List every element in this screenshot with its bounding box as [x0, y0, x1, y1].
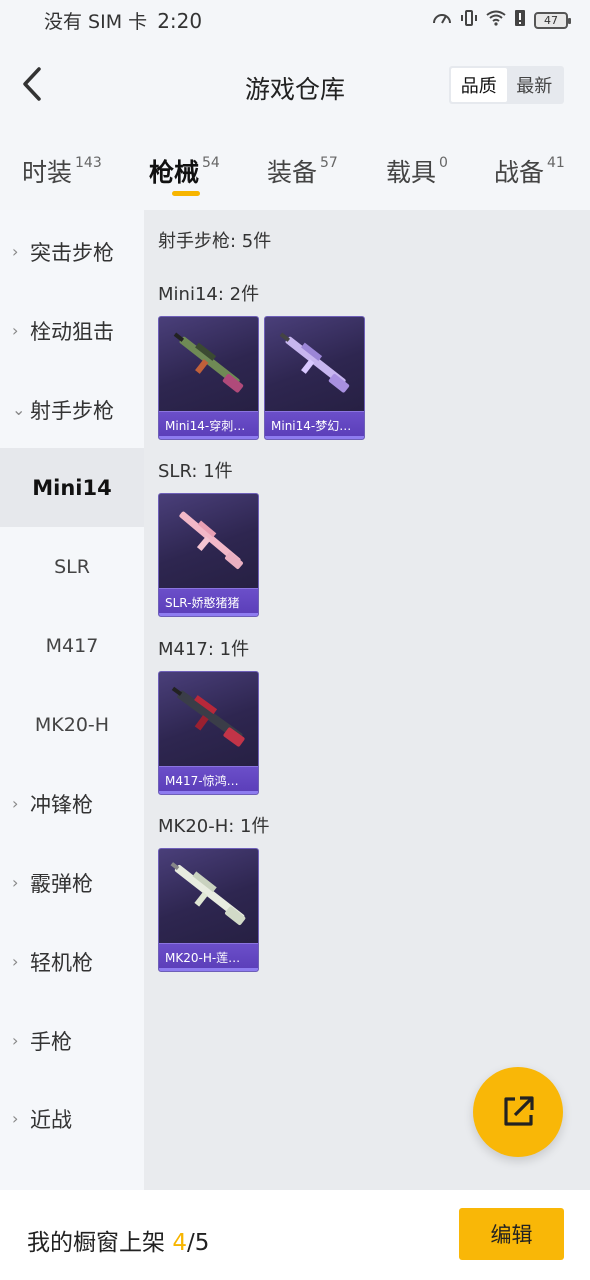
- chevron-right-icon: ›: [12, 1031, 19, 1050]
- chevron-right-icon: ›: [12, 952, 19, 971]
- header: 游戏仓库 品质 最新: [0, 40, 590, 135]
- item-name: MK20-H-莲…: [159, 943, 258, 971]
- sidebar-item-label: 栓动狙击: [30, 319, 114, 344]
- sidebar-item-label: 冲锋枪: [30, 792, 93, 817]
- category-tabs: 时装 143 枪械 54 装备 57 载具 0 战备 41: [0, 135, 590, 210]
- vibrate-icon: [460, 9, 478, 32]
- chevron-right-icon: ›: [12, 794, 19, 813]
- group-title: MK20-H: 1件: [158, 816, 270, 837]
- sidebar-item-pistol[interactable]: › 手枪: [0, 1001, 144, 1080]
- carrier-text: 没有 SIM 卡: [44, 10, 148, 33]
- chevron-right-icon: ›: [12, 242, 19, 261]
- group-title: M417: 1件: [158, 639, 250, 660]
- rifle-icon: [179, 511, 243, 570]
- tab-guns[interactable]: 枪械 54: [149, 153, 220, 189]
- sidebar-item-bolt-sniper[interactable]: › 栓动狙击: [0, 291, 144, 370]
- tab-vehicles[interactable]: 载具 0: [386, 153, 448, 189]
- tab-equipment[interactable]: 装备 57: [267, 153, 338, 189]
- rifle-icon: [279, 332, 350, 393]
- sidebar-item-label: 霰弹枪: [30, 871, 93, 896]
- item-name: Mini14-穿刺…: [159, 411, 258, 439]
- tab-label: 枪械: [149, 158, 200, 187]
- battery-icon: 47: [534, 11, 571, 29]
- chevron-right-icon: ›: [12, 1109, 19, 1128]
- share-fab-button[interactable]: [473, 1067, 563, 1157]
- alert-icon: [514, 9, 526, 32]
- sidebar-item-label: 射手步枪: [30, 398, 114, 423]
- item-list: 射手步枪: 5件 Mini14: 2件 Mini14-穿刺… Mini14-梦幻…: [144, 210, 590, 1190]
- item-name: SLR-娇憨猪猪: [159, 588, 258, 616]
- wifi-icon: [486, 10, 506, 31]
- sidebar-item-lmg[interactable]: › 轻机枪: [0, 922, 144, 1001]
- sidebar-item-marksman-rifle[interactable]: ⌄ 射手步枪: [0, 370, 144, 449]
- share-icon: [504, 1096, 534, 1126]
- sort-toggle: 品质 最新: [449, 66, 564, 104]
- sidebar-item-label: 突击步枪: [30, 240, 114, 265]
- status-icons: 47: [432, 9, 571, 32]
- group-title: SLR: 1件: [158, 461, 233, 482]
- tab-label: 装备: [267, 158, 318, 187]
- tab-label: 载具: [386, 158, 437, 187]
- tab-count: 41: [547, 155, 565, 171]
- item-card[interactable]: M417-惊鸿…: [158, 671, 259, 795]
- tab-label: 时装: [22, 158, 73, 187]
- sidebar-subitem-mk20h[interactable]: MK20-H: [0, 685, 144, 764]
- sidebar-item-shotgun[interactable]: › 霰弹枪: [0, 843, 144, 922]
- sidebar-item-smg[interactable]: › 冲锋枪: [0, 764, 144, 843]
- sidebar-item-label: 手枪: [30, 1029, 72, 1054]
- tab-count: 0: [439, 155, 448, 171]
- item-name: Mini14-梦幻…: [265, 411, 364, 439]
- edit-button[interactable]: 编辑: [459, 1208, 564, 1260]
- shelf-total-count: /5: [186, 1230, 210, 1256]
- category-title: 射手步枪: 5件: [158, 231, 272, 252]
- sidebar-item-assault-rifle[interactable]: › 突击步枪: [0, 212, 144, 291]
- speed-icon: [432, 9, 452, 32]
- tab-count: 143: [75, 155, 102, 171]
- shelf-current-count: 4: [172, 1230, 187, 1256]
- item-card[interactable]: MK20-H-莲…: [158, 848, 259, 972]
- status-bar: 没有 SIM 卡 2:20 47: [0, 0, 590, 40]
- sidebar-subitem-mini14[interactable]: Mini14: [0, 448, 144, 527]
- sidebar-subitem-slr[interactable]: SLR: [0, 527, 144, 606]
- tab-supplies[interactable]: 战备 41: [494, 153, 565, 189]
- group-title: Mini14: 2件: [158, 284, 260, 305]
- sort-by-quality[interactable]: 品质: [451, 68, 507, 102]
- item-card[interactable]: Mini14-穿刺…: [158, 316, 259, 440]
- sidebar-item-label: 轻机枪: [30, 950, 93, 975]
- active-tab-indicator: [172, 191, 200, 196]
- chevron-right-icon: ›: [12, 873, 19, 892]
- shelf-status: 我的橱窗上架 4/5: [27, 1223, 209, 1257]
- item-card[interactable]: Mini14-梦幻…: [264, 316, 365, 440]
- tab-fashion[interactable]: 时装 143: [22, 153, 102, 189]
- sidebar: › 突击步枪 › 栓动狙击 ⌄ 射手步枪 Mini14 SLR M417 MK2…: [0, 210, 144, 1190]
- chevron-right-icon: ›: [12, 321, 19, 340]
- sidebar-item-label: 近战: [30, 1107, 72, 1132]
- tab-count: 57: [320, 155, 338, 171]
- rifle-icon: [173, 332, 244, 393]
- tab-label: 战备: [494, 158, 545, 187]
- item-name: M417-惊鸿…: [159, 766, 258, 794]
- item-card[interactable]: SLR-娇憨猪猪: [158, 493, 259, 617]
- rifle-icon: [170, 862, 246, 926]
- rifle-icon: [171, 686, 245, 747]
- bottom-bar: 我的橱窗上架 4/5 编辑: [0, 1190, 590, 1280]
- sidebar-subitem-m417[interactable]: M417: [0, 606, 144, 685]
- status-left: 没有 SIM 卡 2:20: [44, 7, 432, 34]
- sidebar-item-melee[interactable]: › 近战: [0, 1079, 144, 1158]
- chevron-down-icon: ⌄: [12, 400, 26, 419]
- sort-by-newest[interactable]: 最新: [507, 68, 563, 102]
- tab-count: 54: [202, 155, 220, 171]
- shelf-label: 我的橱窗上架: [27, 1230, 165, 1256]
- clock: 2:20: [157, 8, 203, 33]
